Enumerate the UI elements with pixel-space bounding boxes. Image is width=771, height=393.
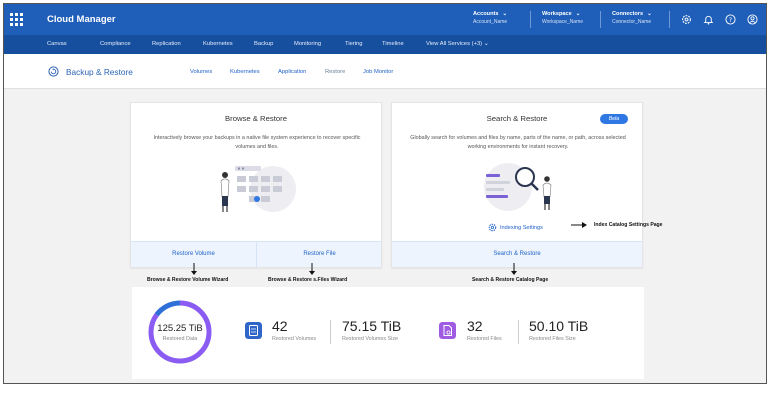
restored-volumes-size-label: Restored Volumes Size	[342, 336, 399, 342]
restored-files-size-value: 50.10 TiB	[529, 318, 589, 334]
restored-volumes-value: 42	[272, 318, 288, 334]
restored-files-label: Restored Files	[467, 336, 502, 342]
restore-stats-panel: 125.25 TiB Restored Data 42 Restored Vol…	[132, 287, 644, 379]
restored-volumes-label: Restored Volumes	[272, 336, 317, 342]
divider	[330, 320, 331, 344]
restored-files-size-label: Restored Files Size	[529, 336, 576, 342]
divider	[518, 320, 519, 344]
restored-data-value: 125.25 TiB	[157, 323, 203, 334]
restored-data-label: Restored Data	[162, 336, 198, 342]
annotation-files-wizard: Browse & Restore s.Files Wizard	[268, 277, 348, 283]
restored-volumes-size-value: 75.15 TiB	[342, 318, 402, 334]
volume-icon	[245, 322, 262, 339]
annotation-catalog-page: Search & Restore Catalog Page	[472, 277, 549, 283]
annotation-index-settings: Index Catalog Settings Page	[594, 222, 663, 228]
app-window: Cloud Manager Accounts ⌄ Account_Name Wor…	[3, 3, 767, 384]
file-icon	[439, 322, 456, 339]
restored-files-value: 32	[467, 318, 483, 334]
annotation-volume-wizard: Browse & Restore Volume Wizard	[147, 277, 229, 283]
